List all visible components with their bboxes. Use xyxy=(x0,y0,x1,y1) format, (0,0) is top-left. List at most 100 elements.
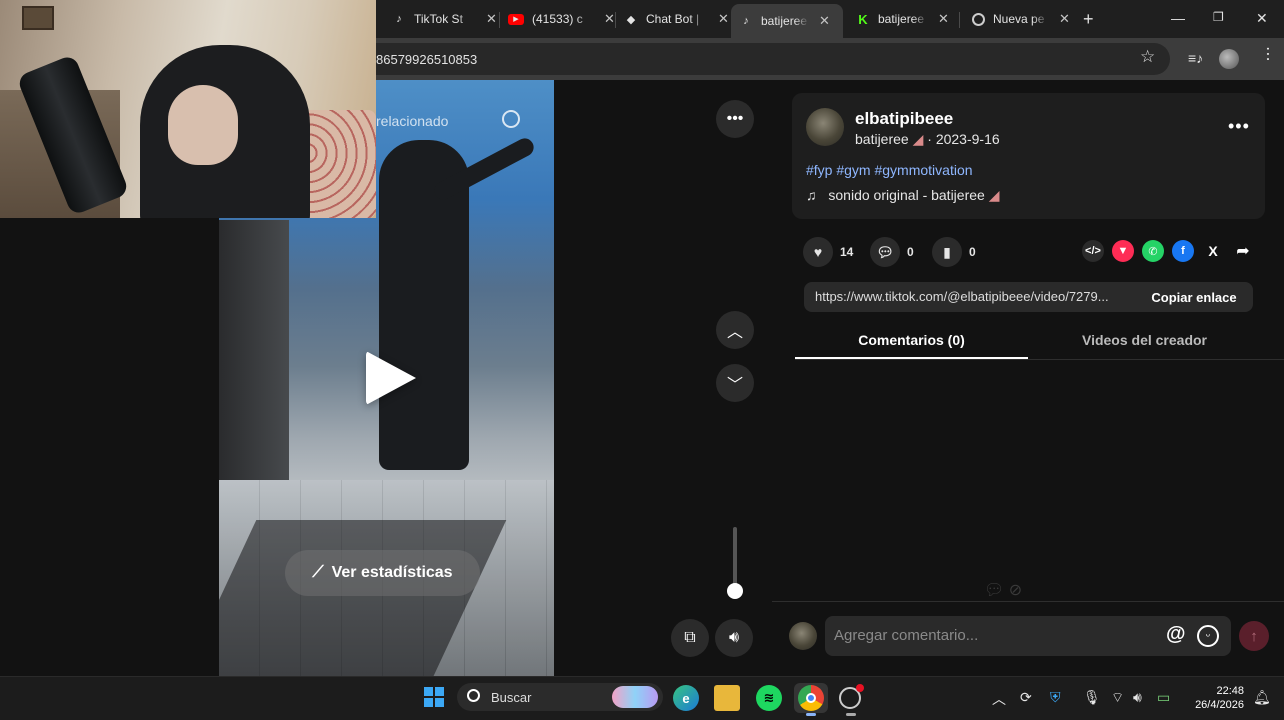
mini-player-button[interactable]: ⧉ xyxy=(671,619,709,657)
next-video-button[interactable]: ﹀ xyxy=(716,364,754,402)
emoji-icon[interactable]: ᵕ xyxy=(1197,625,1219,647)
share-arrow-icon[interactable]: ➦ xyxy=(1232,240,1254,262)
close-icon[interactable]: ✕ xyxy=(1059,11,1070,27)
previous-video-button[interactable]: ︿ xyxy=(716,311,754,349)
sync-icon[interactable]: ⟳ xyxy=(1020,689,1032,706)
defender-shield-icon[interactable]: ⛨ xyxy=(1050,689,1061,706)
separator-dot: · xyxy=(927,131,936,147)
microphone-icon[interactable]: 🎙︎ xyxy=(1083,689,1101,706)
author-username[interactable]: elbatipibeee xyxy=(855,109,953,129)
close-icon[interactable]: ✕ xyxy=(486,11,497,27)
profile-avatar[interactable] xyxy=(1219,49,1239,69)
close-icon[interactable]: ✕ xyxy=(718,11,729,27)
spotify-icon[interactable]: ≋ xyxy=(756,685,782,711)
chrome-icon[interactable] xyxy=(798,685,824,711)
author-nickname-line: batijeree ◢ · 2023-9-16 xyxy=(855,131,1000,148)
whatsapp-icon[interactable]: ✆ xyxy=(1142,240,1164,262)
sound-line[interactable]: ♫ sonido original - batijeree ◢ xyxy=(806,187,1000,204)
chevron-up-icon: ︿ xyxy=(726,324,743,341)
taskbar-search-label[interactable]: Buscar xyxy=(491,690,531,705)
tab-label: batijeree xyxy=(761,14,808,28)
system-clock[interactable]: 22:48 26/4/2026 xyxy=(1190,684,1244,712)
tab-label: Nueva pe xyxy=(993,12,1045,26)
tab-tiktok-studio[interactable]: ♪ TikTok St ✕ xyxy=(384,6,505,32)
tab-batijeree-kick[interactable]: K batijeree ✕ xyxy=(848,6,957,32)
comment-bubble-icon: 💬︎ xyxy=(870,237,900,267)
x-twitter-icon[interactable]: X xyxy=(1202,240,1224,262)
obs-running-indicator xyxy=(846,713,856,716)
recording-badge xyxy=(856,684,864,692)
view-stats-button[interactable]: ⟋ Ver estadísticas xyxy=(285,550,480,596)
tab-comments[interactable]: Comentarios (0) xyxy=(795,332,1028,348)
arrow-up-icon: ↑ xyxy=(1250,627,1258,645)
youtube-icon: ▶ xyxy=(508,13,524,25)
search-icon xyxy=(467,689,480,702)
sailboat-emoji-icon: ◢ xyxy=(988,187,1000,203)
comment-action[interactable]: 💬︎ 0 xyxy=(870,237,914,267)
tab-youtube[interactable]: ▶ (41533) c ✕ xyxy=(500,6,623,32)
comment-count: 0 xyxy=(907,245,914,259)
send-comment-button[interactable]: ↑ xyxy=(1239,621,1269,651)
file-explorer-icon[interactable] xyxy=(714,685,740,711)
volume-slider-knob[interactable] xyxy=(727,583,743,599)
sound-name: sonido original - batijeree xyxy=(828,187,985,203)
author-nickname[interactable]: batijeree xyxy=(855,131,909,147)
video-search-text[interactable]: relacionado xyxy=(376,113,448,129)
like-count: 14 xyxy=(840,245,854,259)
search-highlight-art xyxy=(612,686,658,708)
search-icon[interactable] xyxy=(502,110,520,128)
tab-creator-videos[interactable]: Videos del creador xyxy=(1028,332,1261,348)
video-link[interactable]: https://www.tiktok.com/@elbatipibeee/vid… xyxy=(815,289,1133,304)
mention-icon[interactable]: @ xyxy=(1166,623,1186,646)
tab-chat-bot[interactable]: ◆ Chat Bot | ✕ xyxy=(616,6,737,32)
facebook-icon[interactable]: f xyxy=(1172,240,1194,262)
window-close-icon[interactable]: ✕ xyxy=(1256,10,1268,27)
tiktok-friends-share-icon[interactable]: ▼ xyxy=(1112,240,1134,262)
comment-placeholder[interactable]: Agregar comentario... xyxy=(834,627,978,644)
post-hashtags[interactable]: #fyp #gym #gymmotivation xyxy=(806,162,973,178)
minimize-icon[interactable]: — xyxy=(1171,10,1185,26)
new-tab-button[interactable]: + xyxy=(1083,9,1094,30)
tab-new-page[interactable]: Nueva pe ✕ xyxy=(964,6,1078,32)
comment-bar-divider xyxy=(772,601,1284,602)
more-options-button[interactable]: ••• xyxy=(716,100,754,138)
heart-icon: ♥ xyxy=(803,237,833,267)
embed-code-icon[interactable]: </> xyxy=(1082,240,1104,262)
tiktok-icon: ♪ xyxy=(743,15,749,27)
mini-player-icon: ⧉ xyxy=(684,629,696,646)
like-action[interactable]: ♥ 14 xyxy=(803,237,853,267)
save-action[interactable]: ▮ 0 xyxy=(932,237,976,267)
close-icon[interactable]: ✕ xyxy=(604,11,615,27)
chatbot-icon: ◆ xyxy=(626,13,636,26)
author-avatar[interactable] xyxy=(806,108,844,146)
edge-icon[interactable]: e xyxy=(673,685,699,711)
more-icon: ••• xyxy=(726,110,744,127)
battery-charging-icon[interactable]: ▭ xyxy=(1157,689,1170,706)
active-tab-indicator xyxy=(795,357,1028,359)
tray-overflow-chevron-icon[interactable]: ︿ xyxy=(992,689,1006,709)
copy-link-button[interactable]: Copiar enlace xyxy=(1135,282,1253,312)
post-more-icon[interactable]: ••• xyxy=(1228,116,1250,137)
play-icon[interactable] xyxy=(366,351,416,405)
close-icon[interactable]: ✕ xyxy=(938,11,949,27)
volume-button[interactable]: 🔊︎ xyxy=(715,619,753,657)
notification-bell-icon[interactable]: 🔔︎ xyxy=(1253,689,1271,706)
tab-label: Chat Bot | xyxy=(646,12,700,26)
close-icon[interactable]: ✕ xyxy=(819,13,830,29)
chrome-active-indicator xyxy=(806,713,816,716)
windows-start-icon[interactable] xyxy=(424,687,444,707)
bookmark-star-icon[interactable]: ☆ xyxy=(1140,47,1155,67)
url-text[interactable]: 86579926510853 xyxy=(376,52,477,67)
wifi-icon[interactable]: ⌔ xyxy=(1111,689,1124,707)
post-date: 2023-9-16 xyxy=(935,131,1000,147)
restore-icon[interactable]: ❐ xyxy=(1213,10,1224,24)
media-control-icon[interactable]: ≡♪ xyxy=(1188,50,1203,66)
tab-batijeree-tiktok[interactable]: ♪ batijeree ✕ xyxy=(731,4,843,38)
music-note-icon: ♫ xyxy=(806,187,817,203)
save-count: 0 xyxy=(969,245,976,259)
volume-tray-icon[interactable]: 🔊︎ xyxy=(1133,689,1142,706)
tab-label: (41533) c xyxy=(532,12,583,26)
current-user-avatar xyxy=(789,622,817,650)
browser-menu-icon[interactable]: ⋯ xyxy=(1258,46,1277,62)
webcam-person-face xyxy=(168,85,238,165)
